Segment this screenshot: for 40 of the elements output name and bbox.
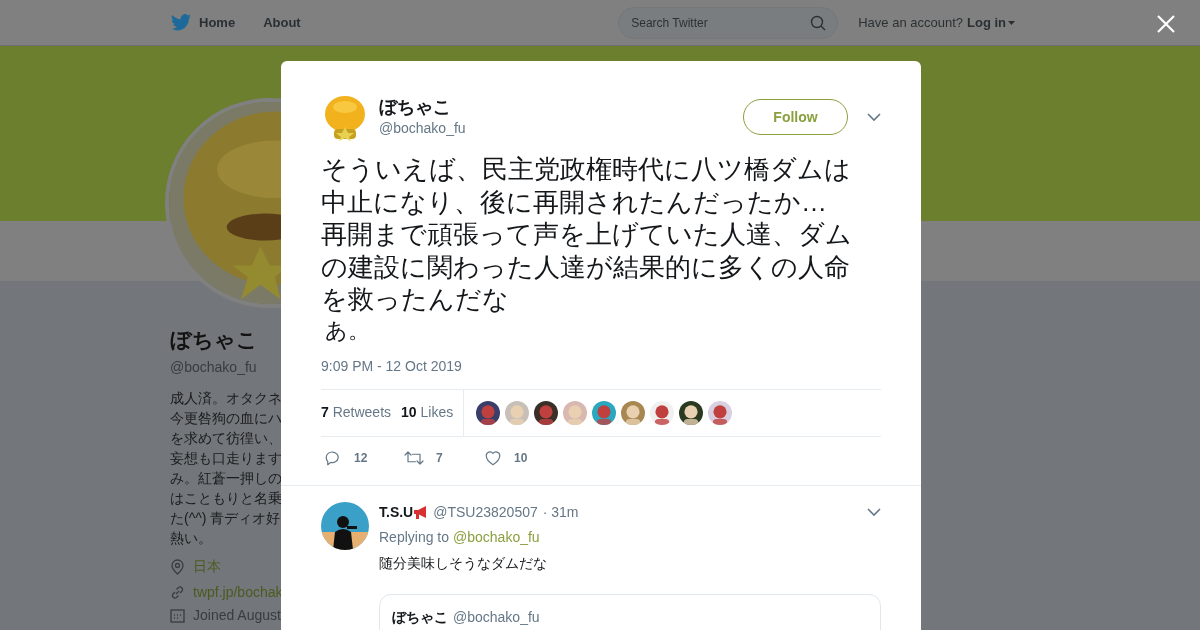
location-pin-icon xyxy=(170,558,185,575)
login-link[interactable]: Log in xyxy=(967,12,1015,33)
profile-handle: @bochako_fu xyxy=(170,358,258,377)
likes-count[interactable]: 10 Likes xyxy=(401,402,454,423)
search-icon[interactable] xyxy=(810,14,827,31)
reply-age[interactable]: · 31m xyxy=(542,501,579,523)
reply-author-name[interactable]: T.S.U xyxy=(379,501,414,523)
chevron-down-icon[interactable] xyxy=(867,112,881,122)
tweet-text: そういえば、民主党政権時代に八ツ橋ダムは 中止になり、後に再開されたんだったか… 再開まで頑張って声を上げていた人達、ダム の建設に関わった人達が結果的に多くの人命 を救ったんだな xyxy=(321,153,853,316)
close-button[interactable] xyxy=(1156,14,1176,34)
quoted-tweet-card[interactable]: ぼちゃこ @bochako_fu xyxy=(379,593,881,630)
action-count: 12 xyxy=(354,449,368,467)
speech-bubble-icon[interactable] xyxy=(324,448,342,467)
profile-name: ぼちゃこ xyxy=(170,327,259,353)
reply-author-handle[interactable]: @TSU23820507 xyxy=(433,501,538,523)
account-prompt: Have an account? xyxy=(858,13,963,32)
nav-link[interactable]: Home xyxy=(171,12,236,33)
replying-label: Replying to xyxy=(379,527,450,547)
action-count: 7 xyxy=(436,449,443,467)
nav-link[interactable]: About xyxy=(263,12,301,33)
retweets-count[interactable]: 7 Retweets xyxy=(321,402,392,423)
mention-link[interactable]: @bochako_fu xyxy=(453,526,540,548)
close-icon xyxy=(1157,15,1175,33)
profile-joined: Joined August xyxy=(193,607,281,623)
quoted-author-name: ぼちゃこ xyxy=(392,607,448,627)
search-field[interactable]: Search Twitter xyxy=(618,6,839,39)
author-name[interactable]: ぼちゃこ xyxy=(379,95,743,118)
caret-icon xyxy=(1008,20,1015,25)
bird-logo-icon xyxy=(171,14,191,31)
link-icon xyxy=(170,585,185,600)
author-handle[interactable]: @bochako_fu xyxy=(379,117,743,139)
tweet-timestamp[interactable]: 9:09 PM - 12 Oct 2019 xyxy=(321,355,881,377)
quoted-author-handle: @bochako_fu xyxy=(453,607,540,627)
calendar-icon xyxy=(170,607,185,623)
profile-bio: 成人済。オタクネ 今更咎狗の血にハ を求めて彷徨い、 妄想も口走ります み。紅蒼一押しの はこともりと名乗 た(^^) 青ディオ好 熱い。 xyxy=(170,389,283,548)
heart-icon[interactable] xyxy=(484,448,502,467)
tweet-text-tail: あ。 xyxy=(325,316,371,345)
chevron-down-icon[interactable] xyxy=(867,507,881,517)
reply-text: 随分美味しそうなダムだな xyxy=(379,553,548,573)
action-count: 10 xyxy=(514,449,528,467)
